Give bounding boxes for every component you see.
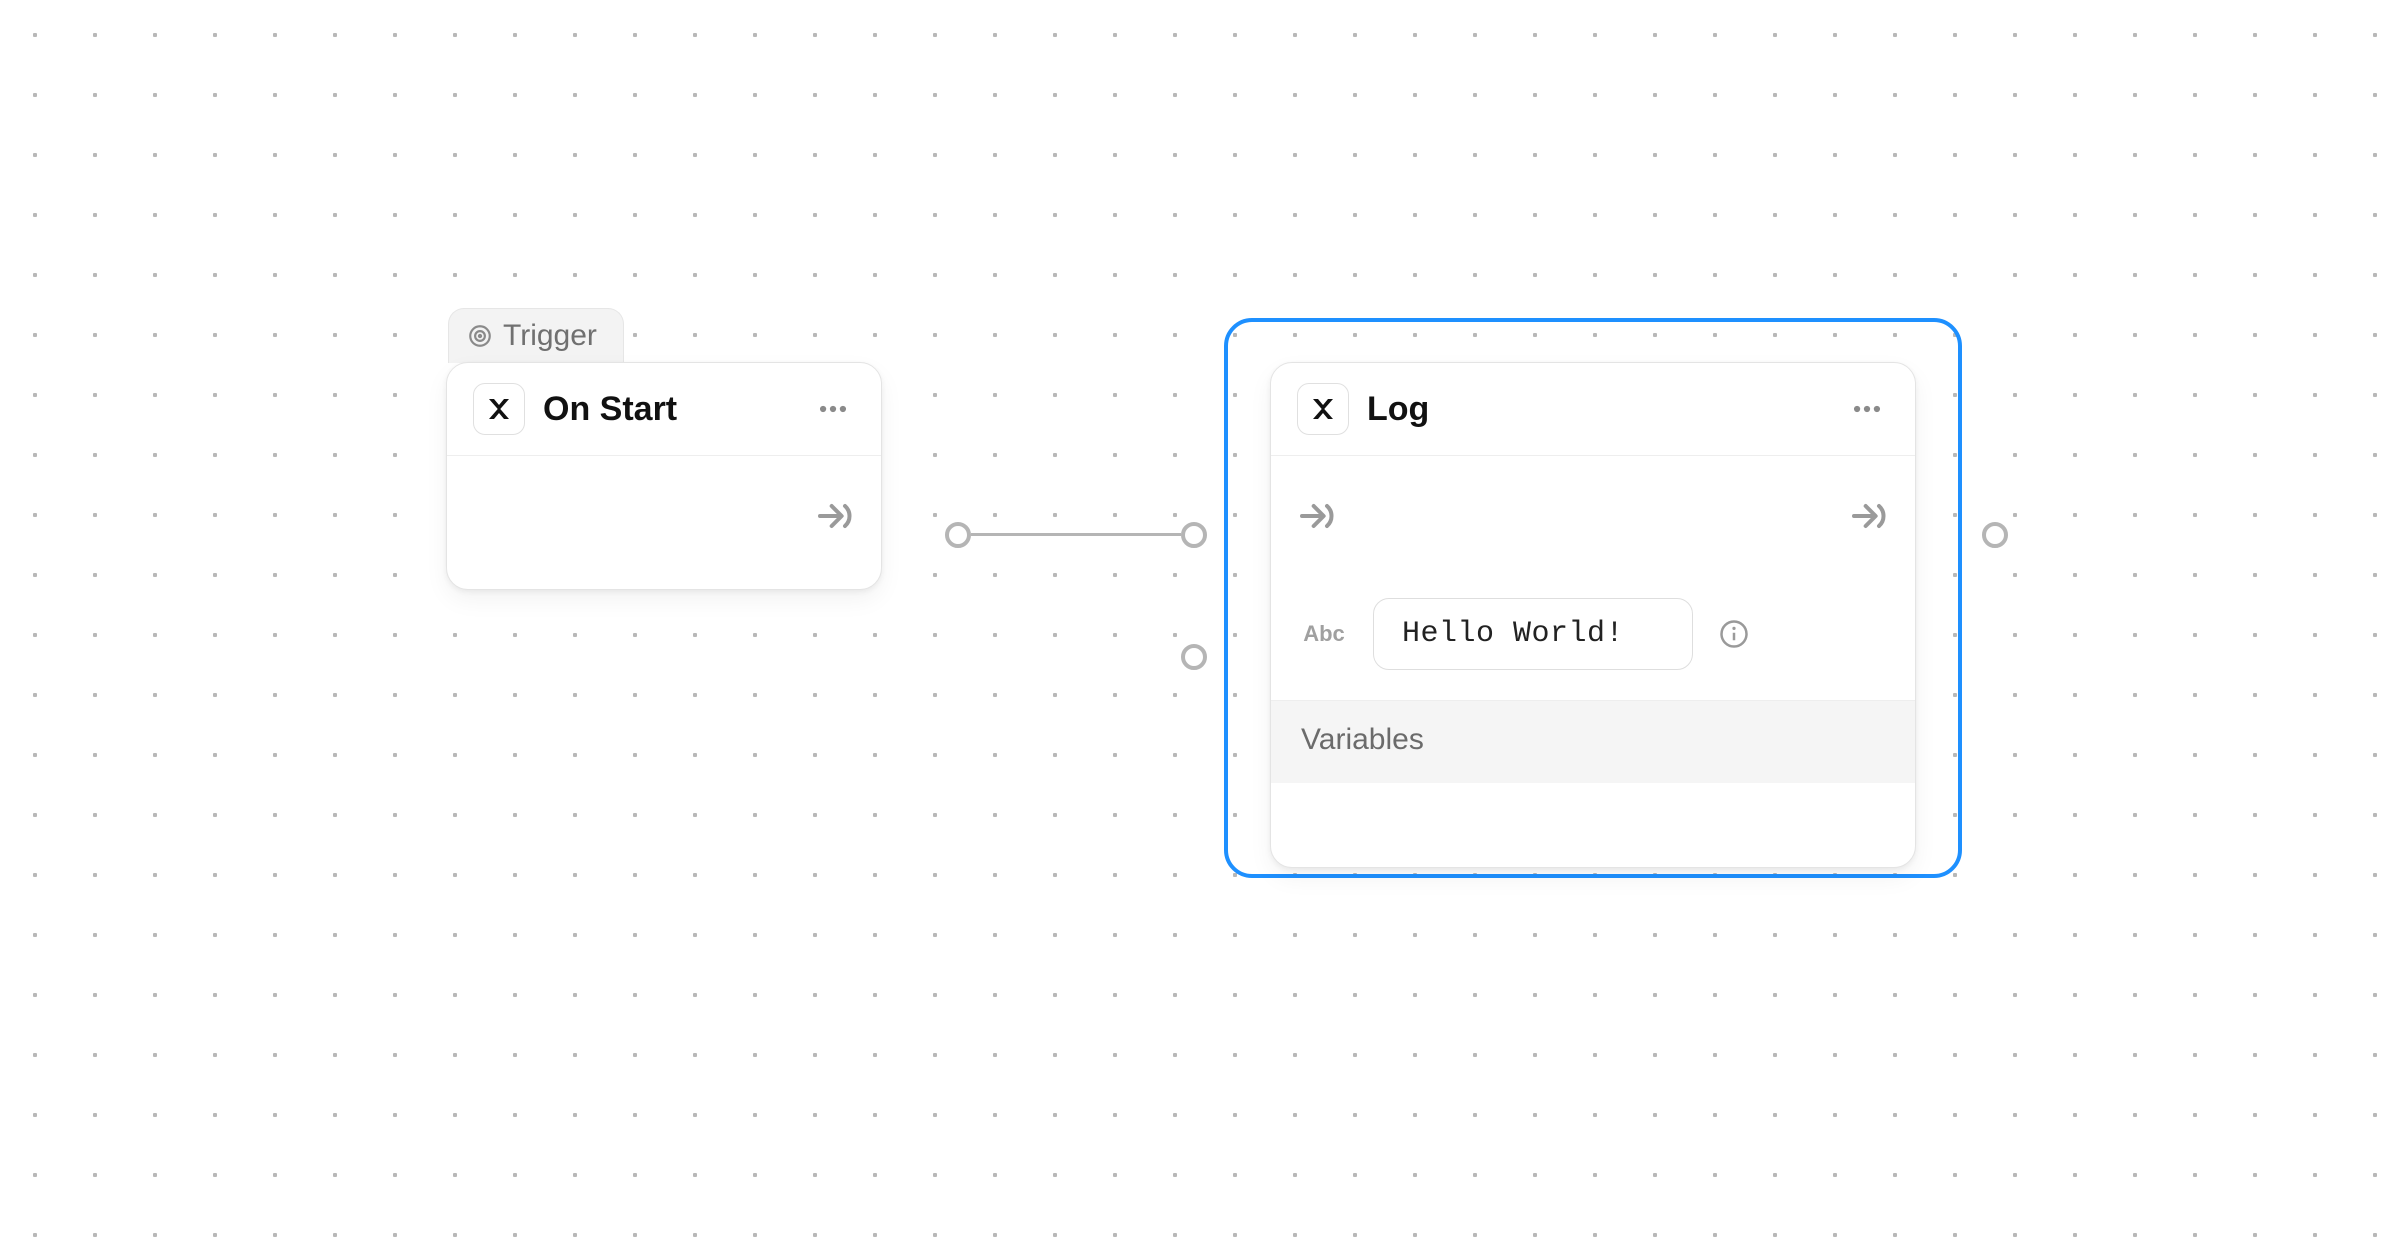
node-on-start[interactable]: On Start [446,362,882,590]
port-log-flow-out[interactable] [1982,522,2008,548]
node-log-menu-button[interactable] [1845,387,1889,431]
node-on-start-title: On Start [543,390,793,429]
variables-label: Variables [1301,723,1424,756]
node-on-start-body [447,456,881,576]
flow-out-icon [1849,496,1889,536]
node-log-param-row: Abc Hello World! [1271,576,1915,700]
node-log-title: Log [1367,390,1827,429]
param-type-string-label: Abc [1297,621,1351,647]
node-log-header: Log [1271,363,1915,456]
node-on-start-header: On Start [447,363,881,456]
variables-section-header[interactable]: Variables [1271,700,1915,783]
param-info-button[interactable] [1715,615,1753,653]
node-on-start-menu-button[interactable] [811,387,855,431]
trigger-tag: Trigger [448,308,624,363]
port-on-start-out[interactable] [945,522,971,548]
flow-in-icon [1297,496,1337,536]
target-icon [467,323,493,349]
app-logo-icon [473,383,525,435]
app-logo-icon [1297,383,1349,435]
flow-out-icon [815,496,855,536]
port-log-param-in[interactable] [1181,644,1207,670]
edge-start-to-log[interactable] [971,533,1181,536]
node-canvas[interactable]: Trigger On Start [0,0,2400,1260]
node-log-io-row [1271,456,1915,576]
port-log-flow-in[interactable] [1181,522,1207,548]
trigger-tag-label: Trigger [503,319,597,353]
node-log[interactable]: Log Abc Hello World! [1270,362,1916,868]
log-message-input[interactable]: Hello World! [1373,598,1693,670]
